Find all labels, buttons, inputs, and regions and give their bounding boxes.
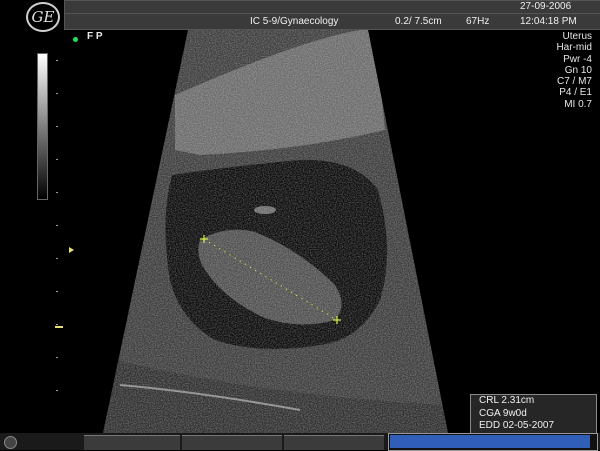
param-power: Pwr -4 — [563, 53, 592, 65]
bottom-segment-2[interactable] — [182, 435, 282, 450]
scan-sector — [103, 30, 448, 433]
acquisition-params: Uterus Har-mid Pwr -4 Gn 10 C7 / M7 P4 /… — [556, 31, 592, 110]
bottom-segment-3[interactable] — [284, 435, 384, 450]
param-harmonic: Har-mid — [556, 42, 592, 54]
status-circle-icon — [4, 436, 17, 449]
ultrasound-image — [103, 30, 448, 433]
param-persistence: P4 / E1 — [559, 87, 592, 99]
param-preset: Uterus — [562, 31, 592, 42]
cga-measurement: CGA 9w0d — [479, 407, 527, 419]
edd-measurement: EDD 02-05-2007 — [479, 420, 555, 431]
crl-measurement: CRL 2.31cm — [479, 395, 535, 406]
param-mi: MI 0.7 — [564, 98, 592, 110]
cine-progress-fill — [390, 435, 590, 448]
measurement-panel: CRL 2.31cm CGA 9w0d EDD 02-05-2007 — [470, 394, 597, 436]
param-map: C7 / M7 — [556, 76, 592, 88]
bottom-segment-1[interactable] — [84, 435, 180, 450]
param-gain: Gn 10 — [564, 64, 592, 76]
